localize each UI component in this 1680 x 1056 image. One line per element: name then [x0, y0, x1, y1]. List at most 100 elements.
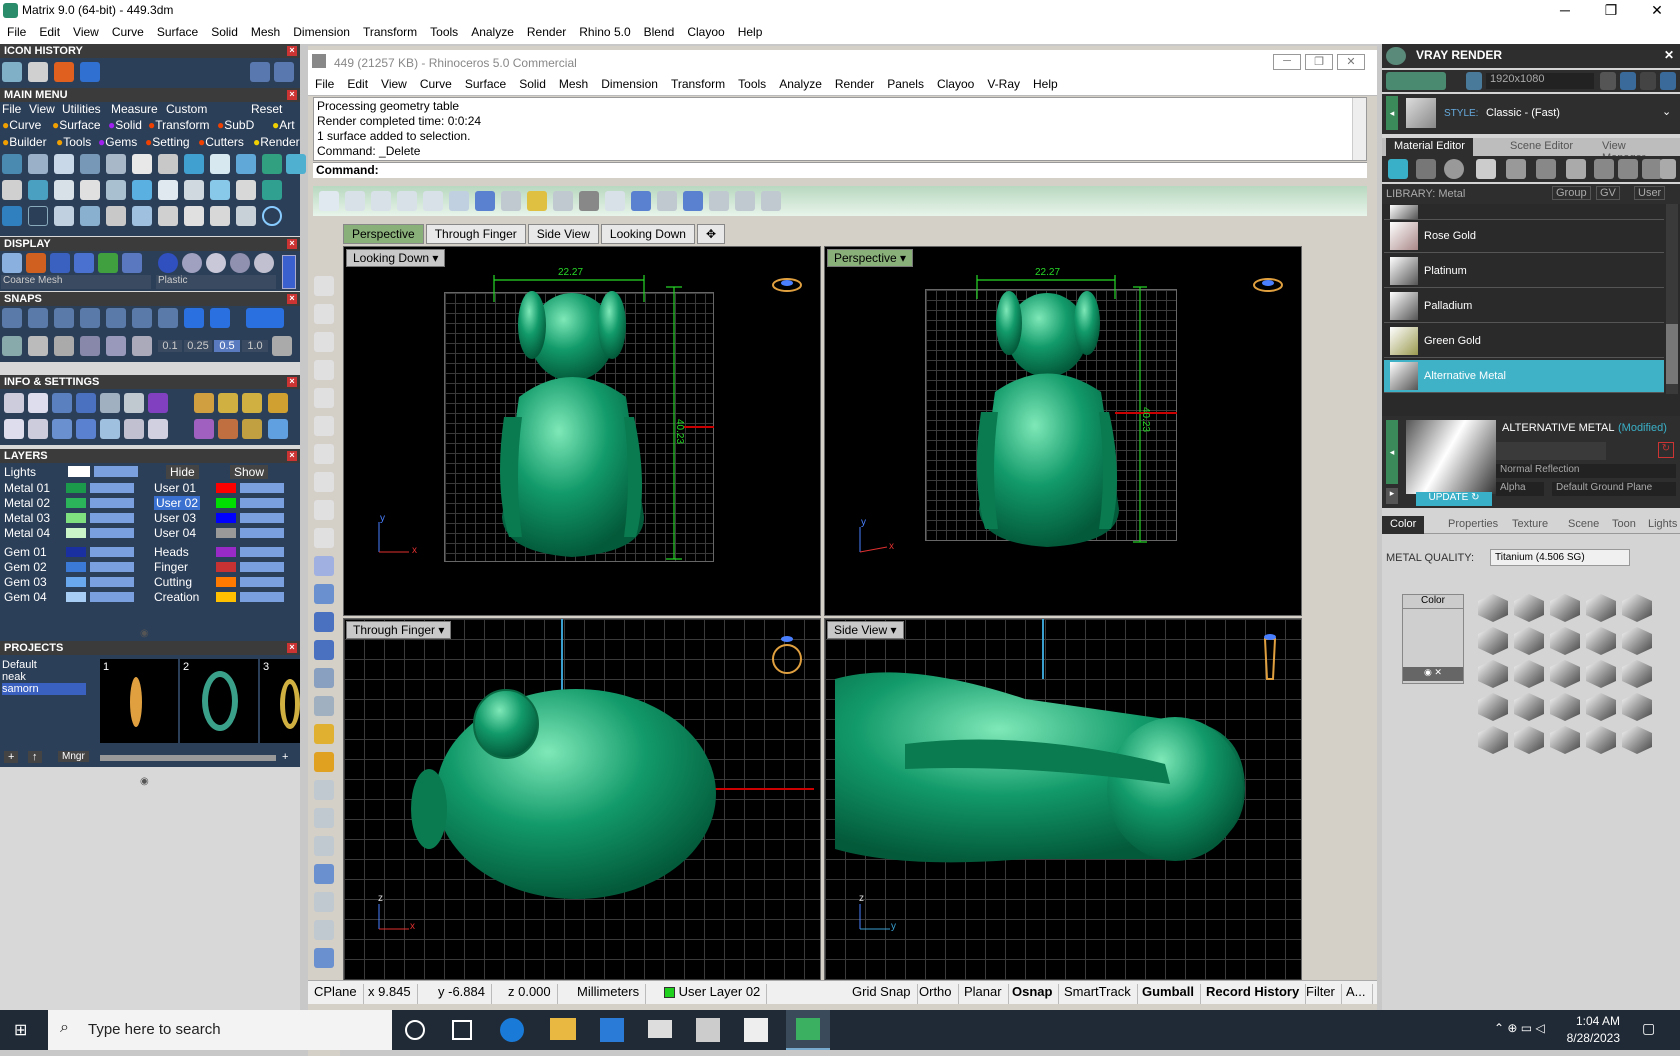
- metal-preset-cube[interactable]: [1514, 627, 1544, 655]
- style-value[interactable]: Classic - (Fast): [1486, 107, 1560, 119]
- sphere-icon[interactable]: [182, 253, 202, 273]
- thumbnail-scrollbar[interactable]: [100, 755, 276, 761]
- solid-icon[interactable]: [683, 191, 703, 211]
- viewport-looking-down[interactable]: 22.27 40.23 y x Looking Down ▾: [343, 246, 821, 616]
- texture-icon[interactable]: [1506, 159, 1526, 179]
- transform-icon[interactable]: [449, 191, 469, 211]
- extrude-icon[interactable]: [314, 584, 334, 604]
- metal-preset-cube[interactable]: [1478, 594, 1508, 622]
- thumbnail-2[interactable]: 2: [180, 659, 258, 743]
- edge-icon[interactable]: [500, 1018, 524, 1042]
- dropdown-arrow-icon[interactable]: ▾: [438, 623, 444, 637]
- metal-preset-cube[interactable]: [1622, 627, 1652, 655]
- tool-icon[interactable]: [28, 206, 48, 226]
- measure-icon[interactable]: [314, 808, 334, 828]
- snap-icon[interactable]: [80, 336, 100, 356]
- tool-icon[interactable]: [80, 154, 100, 174]
- tool-icon[interactable]: [28, 180, 48, 200]
- layer-row[interactable]: Metal 01: [2, 481, 142, 495]
- light-bulb-icon[interactable]: [1660, 159, 1676, 179]
- history-icon-1[interactable]: [2, 62, 22, 82]
- preset-icon[interactable]: [1566, 159, 1586, 179]
- viewport-perspective[interactable]: 22.27 40.23 y x Perspective ▾: [824, 246, 1302, 616]
- update-button[interactable]: UPDATE ↻: [1416, 492, 1492, 506]
- filter-icon[interactable]: [100, 419, 120, 439]
- mesh-icon[interactable]: [735, 191, 755, 211]
- layer-controls[interactable]: [90, 577, 134, 587]
- layer-row[interactable]: Finger: [152, 560, 292, 574]
- metal-preset-cube[interactable]: [1622, 693, 1652, 721]
- preset-icon[interactable]: [1618, 159, 1638, 179]
- command-line[interactable]: Command:: [313, 162, 1367, 178]
- status-planar[interactable]: Planar: [958, 984, 1009, 1004]
- tool-icon[interactable]: [184, 206, 204, 226]
- circle-icon[interactable]: [314, 388, 334, 408]
- snap-end-icon[interactable]: [2, 308, 22, 328]
- menu-help[interactable]: Help: [731, 22, 769, 39]
- layout-icon[interactable]: [657, 191, 677, 211]
- menu-solid[interactable]: Solid: [204, 22, 244, 39]
- snap-icon[interactable]: [132, 336, 152, 356]
- layer-controls[interactable]: [90, 562, 134, 572]
- rhino-close-button[interactable]: ✕: [1337, 54, 1365, 70]
- snap-int-icon[interactable]: [132, 308, 152, 328]
- display-mode-icon[interactable]: [122, 253, 142, 273]
- menu-transform[interactable]: Transform: [356, 22, 423, 39]
- tab-color[interactable]: Color: [1382, 516, 1425, 534]
- pointer-icon[interactable]: [314, 276, 334, 296]
- lights-color[interactable]: [68, 466, 90, 477]
- display-shaded-icon[interactable]: [26, 253, 46, 273]
- rmenu-solid[interactable]: Solid: [512, 74, 552, 91]
- status-cplane[interactable]: CPlane: [308, 984, 364, 1004]
- mm-custom[interactable]: Custom: [166, 102, 207, 116]
- close-button[interactable]: ✕: [1634, 0, 1680, 22]
- sphere-icon[interactable]: [1444, 159, 1464, 179]
- reflection-dropdown[interactable]: Normal Reflection: [1496, 464, 1676, 478]
- close-icon[interactable]: ×: [287, 90, 297, 100]
- rmenu-curve[interactable]: Curve: [413, 74, 458, 91]
- layer-controls[interactable]: [90, 483, 134, 493]
- layer-color-swatch[interactable]: [66, 498, 86, 508]
- tool-icon[interactable]: [286, 154, 306, 174]
- status-more[interactable]: A...: [1340, 984, 1373, 1004]
- menu-rhino[interactable]: Rhino 5.0: [572, 22, 636, 39]
- info-icon[interactable]: [148, 419, 168, 439]
- tab-perspective[interactable]: Perspective: [343, 224, 424, 244]
- metal-preset-cube[interactable]: [1622, 726, 1652, 754]
- metal-preset-cube[interactable]: [1550, 594, 1580, 622]
- layer-controls[interactable]: [240, 547, 284, 557]
- info-icon[interactable]: [4, 419, 24, 439]
- snap-icon[interactable]: [2, 336, 22, 356]
- display-render-icon[interactable]: [50, 253, 70, 273]
- sphere-icon[interactable]: [206, 253, 226, 273]
- layer-row[interactable]: User 02: [152, 496, 292, 510]
- snap-icon[interactable]: [106, 336, 126, 356]
- layer-row[interactable]: User 01: [152, 481, 292, 495]
- manager-button[interactable]: Mngr: [58, 751, 89, 762]
- tool-icon[interactable]: [158, 154, 178, 174]
- point-icon[interactable]: [314, 304, 334, 324]
- mm-subd[interactable]: ●SubD: [217, 118, 254, 132]
- expand-icon[interactable]: ▸: [1386, 488, 1398, 504]
- status-smarttrack[interactable]: SmartTrack: [1058, 984, 1138, 1004]
- layer-row[interactable]: Gem 03: [2, 575, 142, 589]
- metal-quality-dropdown[interactable]: Titanium (4.506 SG): [1490, 549, 1630, 566]
- close-icon[interactable]: ✕: [1664, 48, 1674, 62]
- tool-icon[interactable]: [80, 180, 100, 200]
- sphere-icon[interactable]: [230, 253, 250, 273]
- layer-row[interactable]: User 04: [152, 526, 292, 540]
- layer-color-swatch[interactable]: [216, 483, 236, 493]
- mm-gems[interactable]: ●Gems: [98, 135, 137, 149]
- layer-color-swatch[interactable]: [216, 577, 236, 587]
- rmenu-surface[interactable]: Surface: [458, 74, 512, 91]
- ellipse-icon[interactable]: [314, 500, 334, 520]
- layer-row[interactable]: User 03: [152, 511, 292, 525]
- tool-icon[interactable]: [132, 180, 152, 200]
- metal-preset-cube[interactable]: [1514, 660, 1544, 688]
- layer-color-swatch[interactable]: [216, 498, 236, 508]
- mm-reset[interactable]: Reset: [251, 102, 282, 116]
- tab-scene[interactable]: Scene: [1560, 516, 1607, 534]
- layer-color-swatch[interactable]: [66, 562, 86, 572]
- gem-icon[interactable]: [1416, 159, 1436, 179]
- snap-value-0-5[interactable]: 0.5: [214, 340, 240, 352]
